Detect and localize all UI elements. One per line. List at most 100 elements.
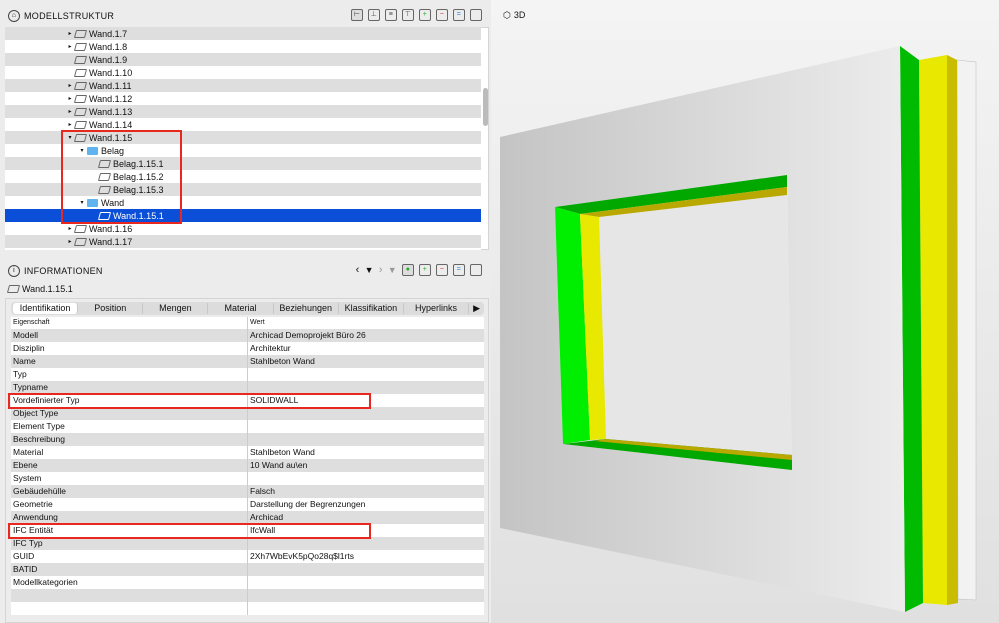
highlight-box bbox=[61, 130, 182, 224]
add-set-icon[interactable]: + bbox=[419, 264, 431, 276]
wall-icon bbox=[73, 42, 88, 51]
element-name: Wand.1.15.1 bbox=[22, 284, 73, 294]
property-value bbox=[248, 602, 250, 615]
wall-icon bbox=[73, 81, 88, 90]
wall-icon bbox=[73, 224, 88, 233]
tab-hyperlinks[interactable]: Hyperlinks bbox=[404, 303, 470, 314]
tab-beziehungen[interactable]: Beziehungen bbox=[274, 303, 339, 314]
tree-item-label: Wand.1.14 bbox=[89, 119, 133, 130]
3d-model[interactable] bbox=[491, 0, 999, 623]
tree-item-label: Wand.1.13 bbox=[89, 106, 133, 117]
property-name: Ebene bbox=[11, 459, 248, 472]
table-row[interactable]: System bbox=[11, 472, 484, 485]
maximize-icon[interactable] bbox=[470, 264, 482, 276]
tab-identifikation[interactable]: Identifikation bbox=[13, 303, 79, 314]
forward-button[interactable]: › bbox=[379, 264, 383, 276]
tree-item[interactable]: ▸ Wand.1.13 bbox=[5, 105, 481, 118]
info-tabs: Identifikation Position Mengen Material Bezi… bbox=[11, 302, 484, 315]
table-row[interactable]: Material Stahlbeton Wand bbox=[11, 446, 484, 459]
tree-item[interactable]: ▸ Wand.1.7 bbox=[5, 27, 481, 40]
set-icon[interactable]: = bbox=[453, 9, 465, 21]
add-set-icon[interactable]: + bbox=[419, 9, 431, 21]
layer-yellow bbox=[919, 55, 947, 605]
back-menu-icon[interactable]: ▼ bbox=[365, 265, 374, 275]
wall-icon bbox=[6, 285, 21, 293]
highlight-box bbox=[8, 523, 371, 539]
tree-item[interactable]: ▸ Wand.1.8 bbox=[5, 40, 481, 53]
model-icon: ⌂ bbox=[8, 10, 20, 22]
property-name: BATID bbox=[11, 563, 248, 576]
table-row[interactable]: Name Stahlbeton Wand bbox=[11, 355, 484, 368]
property-name: Gebäudehülle bbox=[11, 485, 248, 498]
table-row[interactable]: GUID 2Xh7WbEvK5pQo28q$l1rts bbox=[11, 550, 484, 563]
table-row[interactable]: Modellkategorien bbox=[11, 576, 484, 589]
table-row[interactable]: BATID bbox=[11, 563, 484, 576]
tree-scrollbar[interactable] bbox=[483, 88, 488, 126]
info-icon: i bbox=[8, 265, 20, 277]
tab-klassifikation[interactable]: Klassifikation bbox=[339, 303, 404, 314]
property-value bbox=[248, 563, 250, 576]
maximize-icon[interactable] bbox=[470, 9, 482, 21]
property-value bbox=[248, 368, 250, 381]
forward-menu-icon[interactable]: ▼ bbox=[388, 265, 397, 275]
tree-item-label: Wand.1.11 bbox=[89, 80, 132, 91]
table-row[interactable] bbox=[11, 589, 484, 602]
hierarchy-icon[interactable]: ⊥ bbox=[368, 9, 380, 21]
table-row[interactable]: Gebäudehülle Falsch bbox=[11, 485, 484, 498]
sync-icon[interactable]: ● bbox=[402, 264, 414, 276]
tab-position[interactable]: Position bbox=[78, 303, 144, 314]
property-name: Disziplin bbox=[11, 342, 248, 355]
property-value: Stahlbeton Wand bbox=[250, 356, 315, 366]
table-row[interactable] bbox=[11, 602, 484, 615]
property-value: Archicad Demoprojekt Büro 26 bbox=[250, 330, 366, 340]
remove-set-icon[interactable]: − bbox=[436, 264, 448, 276]
tab-mengen[interactable]: Mengen bbox=[143, 303, 209, 314]
filter-icon[interactable]: ⊤ bbox=[402, 9, 414, 21]
tree-item[interactable]: Wand.1.10 bbox=[5, 66, 481, 79]
slab-white bbox=[956, 59, 977, 601]
table-row[interactable]: Typ bbox=[11, 368, 484, 381]
property-value bbox=[248, 420, 250, 433]
table-row[interactable]: Ebene 10 Wand au\en bbox=[11, 459, 484, 472]
column-header[interactable]: Eigenschaft bbox=[11, 317, 248, 329]
column-header[interactable]: Wert bbox=[248, 317, 265, 329]
property-value bbox=[248, 589, 250, 602]
property-name: Typ bbox=[11, 368, 248, 381]
table-row[interactable]: Modell Archicad Demoprojekt Büro 26 bbox=[11, 329, 484, 342]
properties-table: Eigenschaft Wert Modell Archicad Demoprojek… bbox=[11, 317, 484, 615]
wall-icon bbox=[73, 237, 88, 246]
set-icon[interactable]: = bbox=[453, 264, 465, 276]
3d-viewport[interactable]: ⬡ 3D bbox=[491, 0, 999, 623]
tree-item-label: Wand.1.9 bbox=[89, 54, 128, 65]
wall-icon bbox=[73, 55, 88, 64]
panel-title: INFORMATIONEN bbox=[24, 266, 103, 276]
tree-item-label: Wand.1.17 bbox=[89, 236, 133, 247]
tree-view-icon[interactable]: ⊢ bbox=[351, 9, 363, 21]
table-row[interactable]: Disziplin Architektur bbox=[11, 342, 484, 355]
remove-set-icon[interactable]: − bbox=[436, 9, 448, 21]
more-tabs-icon[interactable]: ▶ bbox=[469, 303, 484, 314]
tab-material[interactable]: Material bbox=[208, 303, 274, 314]
property-value: 2Xh7WbEvK5pQo28q$l1rts bbox=[250, 551, 354, 561]
table-row[interactable]: Beschreibung bbox=[11, 433, 484, 446]
wall-icon bbox=[73, 120, 88, 129]
layers-icon[interactable]: ≡ bbox=[385, 9, 397, 21]
property-name: System bbox=[11, 472, 248, 485]
table-header: Eigenschaft Wert bbox=[11, 317, 484, 329]
tree-item[interactable]: ▸ Wand.1.17 bbox=[5, 235, 481, 248]
wall-icon bbox=[73, 68, 88, 77]
property-name: Modell bbox=[11, 329, 248, 342]
back-button[interactable]: ‹ bbox=[356, 264, 360, 276]
property-name: Beschreibung bbox=[11, 433, 248, 446]
tree-item[interactable]: ▸ Wand.1.11 bbox=[5, 79, 481, 92]
table-row[interactable]: Element Type bbox=[11, 420, 484, 433]
tree-item-label: Wand.1.7 bbox=[89, 28, 128, 39]
table-row[interactable]: Geometrie Darstellung der Begrenzungen bbox=[11, 498, 484, 511]
panel-title: MODELLSTRUKTUR bbox=[24, 11, 115, 21]
modellstruktur-header: ⌂ MODELLSTRUKTUR ⊢ ⊥ ≡ ⊤ + − = bbox=[0, 5, 490, 27]
highlight-box bbox=[8, 393, 371, 409]
tree-item[interactable]: ▸ Wand.1.12 bbox=[5, 92, 481, 105]
tree-item-label: Wand.1.12 bbox=[89, 93, 133, 104]
tree-item[interactable]: Wand.1.9 bbox=[5, 53, 481, 66]
property-value: Architektur bbox=[250, 343, 291, 353]
